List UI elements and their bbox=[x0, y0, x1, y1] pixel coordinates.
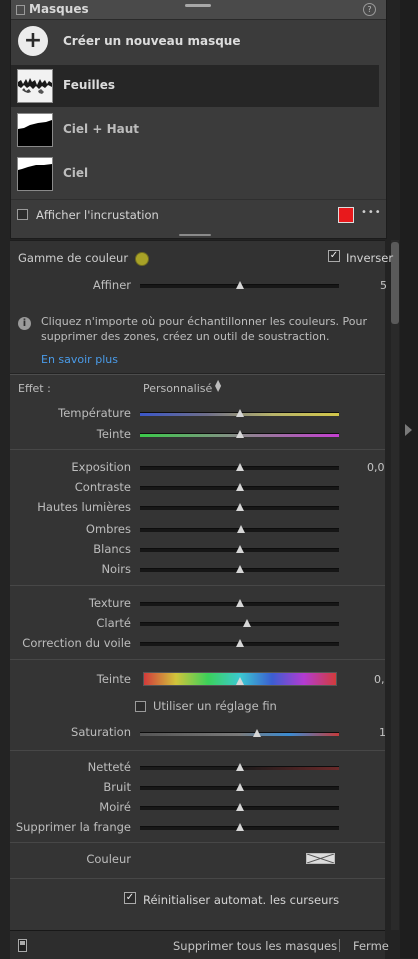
texture-label: Texture bbox=[88, 596, 131, 610]
mask-thumbnail-ciel bbox=[17, 157, 53, 191]
right-panel-rail bbox=[400, 0, 418, 958]
refine-label: Affiner bbox=[92, 278, 131, 292]
masks-header-square-icon bbox=[16, 5, 25, 15]
tint-slider-thumb[interactable] bbox=[235, 430, 244, 438]
tint-label: Teinte bbox=[96, 427, 131, 441]
reset-divider bbox=[10, 878, 385, 879]
noise-label: Bruit bbox=[103, 780, 131, 794]
auto-reset-checkbox[interactable]: ✓ bbox=[124, 892, 136, 904]
clarity-slider-track[interactable] bbox=[140, 622, 339, 626]
color-divider bbox=[10, 842, 385, 843]
dehaze-label: Correction du voile bbox=[22, 636, 131, 650]
mask-item-ciel[interactable]: Ciel bbox=[11, 153, 379, 195]
overlay-label: Afficher l'incrustation bbox=[36, 208, 159, 222]
create-mask-button[interactable]: + Créer un nouveau masque bbox=[11, 20, 379, 62]
learn-more-link[interactable]: En savoir plus bbox=[41, 353, 118, 366]
mask-label-ciel-haut: Ciel + Haut bbox=[63, 122, 140, 136]
noise-slider-thumb[interactable] bbox=[235, 783, 244, 791]
color-range-section: Gamme de couleur ✓ Inverser Affiner 5 i … bbox=[10, 240, 393, 373]
temperature-slider-thumb[interactable] bbox=[235, 409, 244, 417]
highlights-slider-thumb[interactable] bbox=[235, 503, 244, 511]
masks-header: Masques ? bbox=[11, 0, 386, 20]
contrast-slider-thumb[interactable] bbox=[235, 483, 244, 491]
highlights-label: Hautes lumières bbox=[37, 500, 131, 514]
create-mask-label: Créer un nouveau masque bbox=[63, 34, 241, 48]
plus-icon: + bbox=[18, 26, 48, 56]
defringe-slider-thumb[interactable] bbox=[235, 823, 244, 831]
close-button[interactable]: Ferme bbox=[353, 939, 389, 953]
moire-slider-thumb[interactable] bbox=[235, 803, 244, 811]
footer-bar: Supprimer tous les masques Ferme bbox=[10, 930, 389, 959]
sharpness-label: Netteté bbox=[87, 760, 131, 774]
fine-adjust-label: Utiliser un réglage fin bbox=[153, 699, 277, 713]
delete-all-masks-button[interactable]: Supprimer tous les masques bbox=[173, 939, 337, 953]
mask-thumbnail-feuilles bbox=[17, 69, 53, 103]
color-picker-empty-swatch[interactable] bbox=[306, 853, 335, 864]
panel-collapse-arrow-icon[interactable] bbox=[405, 424, 412, 436]
mask-label-feuilles: Feuilles bbox=[63, 78, 116, 92]
shadows-slider-thumb[interactable] bbox=[237, 525, 246, 533]
info-text: Cliquez n'importe où pour échantillonner… bbox=[41, 315, 368, 343]
refine-value[interactable]: 5 bbox=[380, 279, 387, 292]
invert-checkbox[interactable]: ✓ bbox=[328, 250, 340, 262]
color-sample-icon[interactable] bbox=[135, 252, 149, 266]
effect-section: Effet : Personnalisé ▲ ▼ Température Teint… bbox=[10, 374, 386, 931]
saturation-slider-track[interactable] bbox=[140, 732, 339, 736]
exposure-value[interactable]: 0,0 bbox=[367, 461, 385, 474]
overlay-checkbox[interactable] bbox=[17, 209, 28, 220]
shadows-label: Ombres bbox=[85, 522, 131, 536]
detail-divider bbox=[10, 750, 385, 751]
exposure-slider-thumb[interactable] bbox=[235, 463, 244, 471]
sharpness-slider-thumb[interactable] bbox=[235, 763, 244, 771]
overlay-color-swatch[interactable] bbox=[338, 207, 354, 223]
panel-resize-grip-icon[interactable] bbox=[179, 234, 211, 236]
fine-adjust-checkbox[interactable] bbox=[135, 701, 146, 712]
help-icon[interactable]: ? bbox=[363, 3, 376, 16]
exposure-label: Exposition bbox=[71, 460, 131, 474]
mask-item-feuilles[interactable]: Feuilles bbox=[11, 65, 379, 107]
footer-separator bbox=[339, 939, 340, 952]
saturation-value[interactable]: 1 bbox=[379, 726, 386, 739]
group-divider bbox=[10, 659, 385, 660]
hue-slider-thumb[interactable] bbox=[236, 677, 244, 685]
masks-panel: Masques ? + Créer un nouveau masque Feui… bbox=[10, 0, 387, 239]
invert-label: Inverser bbox=[346, 251, 394, 265]
color-range-label: Gamme de couleur bbox=[18, 251, 129, 265]
defringe-label: Supprimer la frange bbox=[15, 820, 131, 834]
moire-label: Moiré bbox=[99, 800, 131, 814]
effect-label: Effet : bbox=[18, 382, 51, 395]
whites-label: Blancs bbox=[93, 542, 131, 556]
scrollbar-track[interactable] bbox=[391, 240, 399, 930]
saturation-label: Saturation bbox=[71, 725, 131, 739]
drag-handle-icon[interactable] bbox=[185, 4, 211, 7]
clarity-slider-thumb[interactable] bbox=[243, 619, 252, 627]
blacks-label: Noirs bbox=[101, 562, 131, 576]
color-label: Couleur bbox=[86, 852, 131, 866]
group-divider bbox=[10, 449, 385, 450]
toggle-switch-icon[interactable] bbox=[18, 939, 27, 952]
overlay-row: Afficher l'incrustation ••• bbox=[11, 199, 386, 230]
info-icon: i bbox=[18, 317, 31, 330]
texture-slider-thumb[interactable] bbox=[235, 599, 244, 607]
masks-title: Masques bbox=[29, 2, 89, 16]
mask-thumbnail-ciel-haut bbox=[17, 113, 53, 147]
clarity-label: Clarté bbox=[96, 616, 131, 630]
preset-updown-icon[interactable]: ▲ ▼ bbox=[215, 379, 221, 393]
auto-reset-label: Réinitialiser automat. les curseurs bbox=[143, 893, 340, 907]
blacks-slider-thumb[interactable] bbox=[235, 565, 244, 573]
temperature-label: Température bbox=[58, 406, 131, 420]
hue-label: Teinte bbox=[96, 672, 131, 686]
dehaze-slider-thumb[interactable] bbox=[235, 639, 244, 647]
mask-item-ciel-haut[interactable]: Ciel + Haut bbox=[11, 109, 379, 151]
saturation-slider-thumb[interactable] bbox=[253, 729, 262, 737]
contrast-label: Contraste bbox=[74, 480, 131, 494]
whites-slider-thumb[interactable] bbox=[235, 545, 244, 553]
effect-preset-dropdown[interactable]: Personnalisé bbox=[143, 382, 212, 395]
group-divider bbox=[10, 585, 385, 586]
refine-slider-thumb[interactable] bbox=[235, 281, 244, 289]
hue-value[interactable]: 0, bbox=[374, 673, 385, 686]
mask-label-ciel: Ciel bbox=[63, 166, 89, 180]
more-options-icon[interactable]: ••• bbox=[361, 207, 382, 218]
